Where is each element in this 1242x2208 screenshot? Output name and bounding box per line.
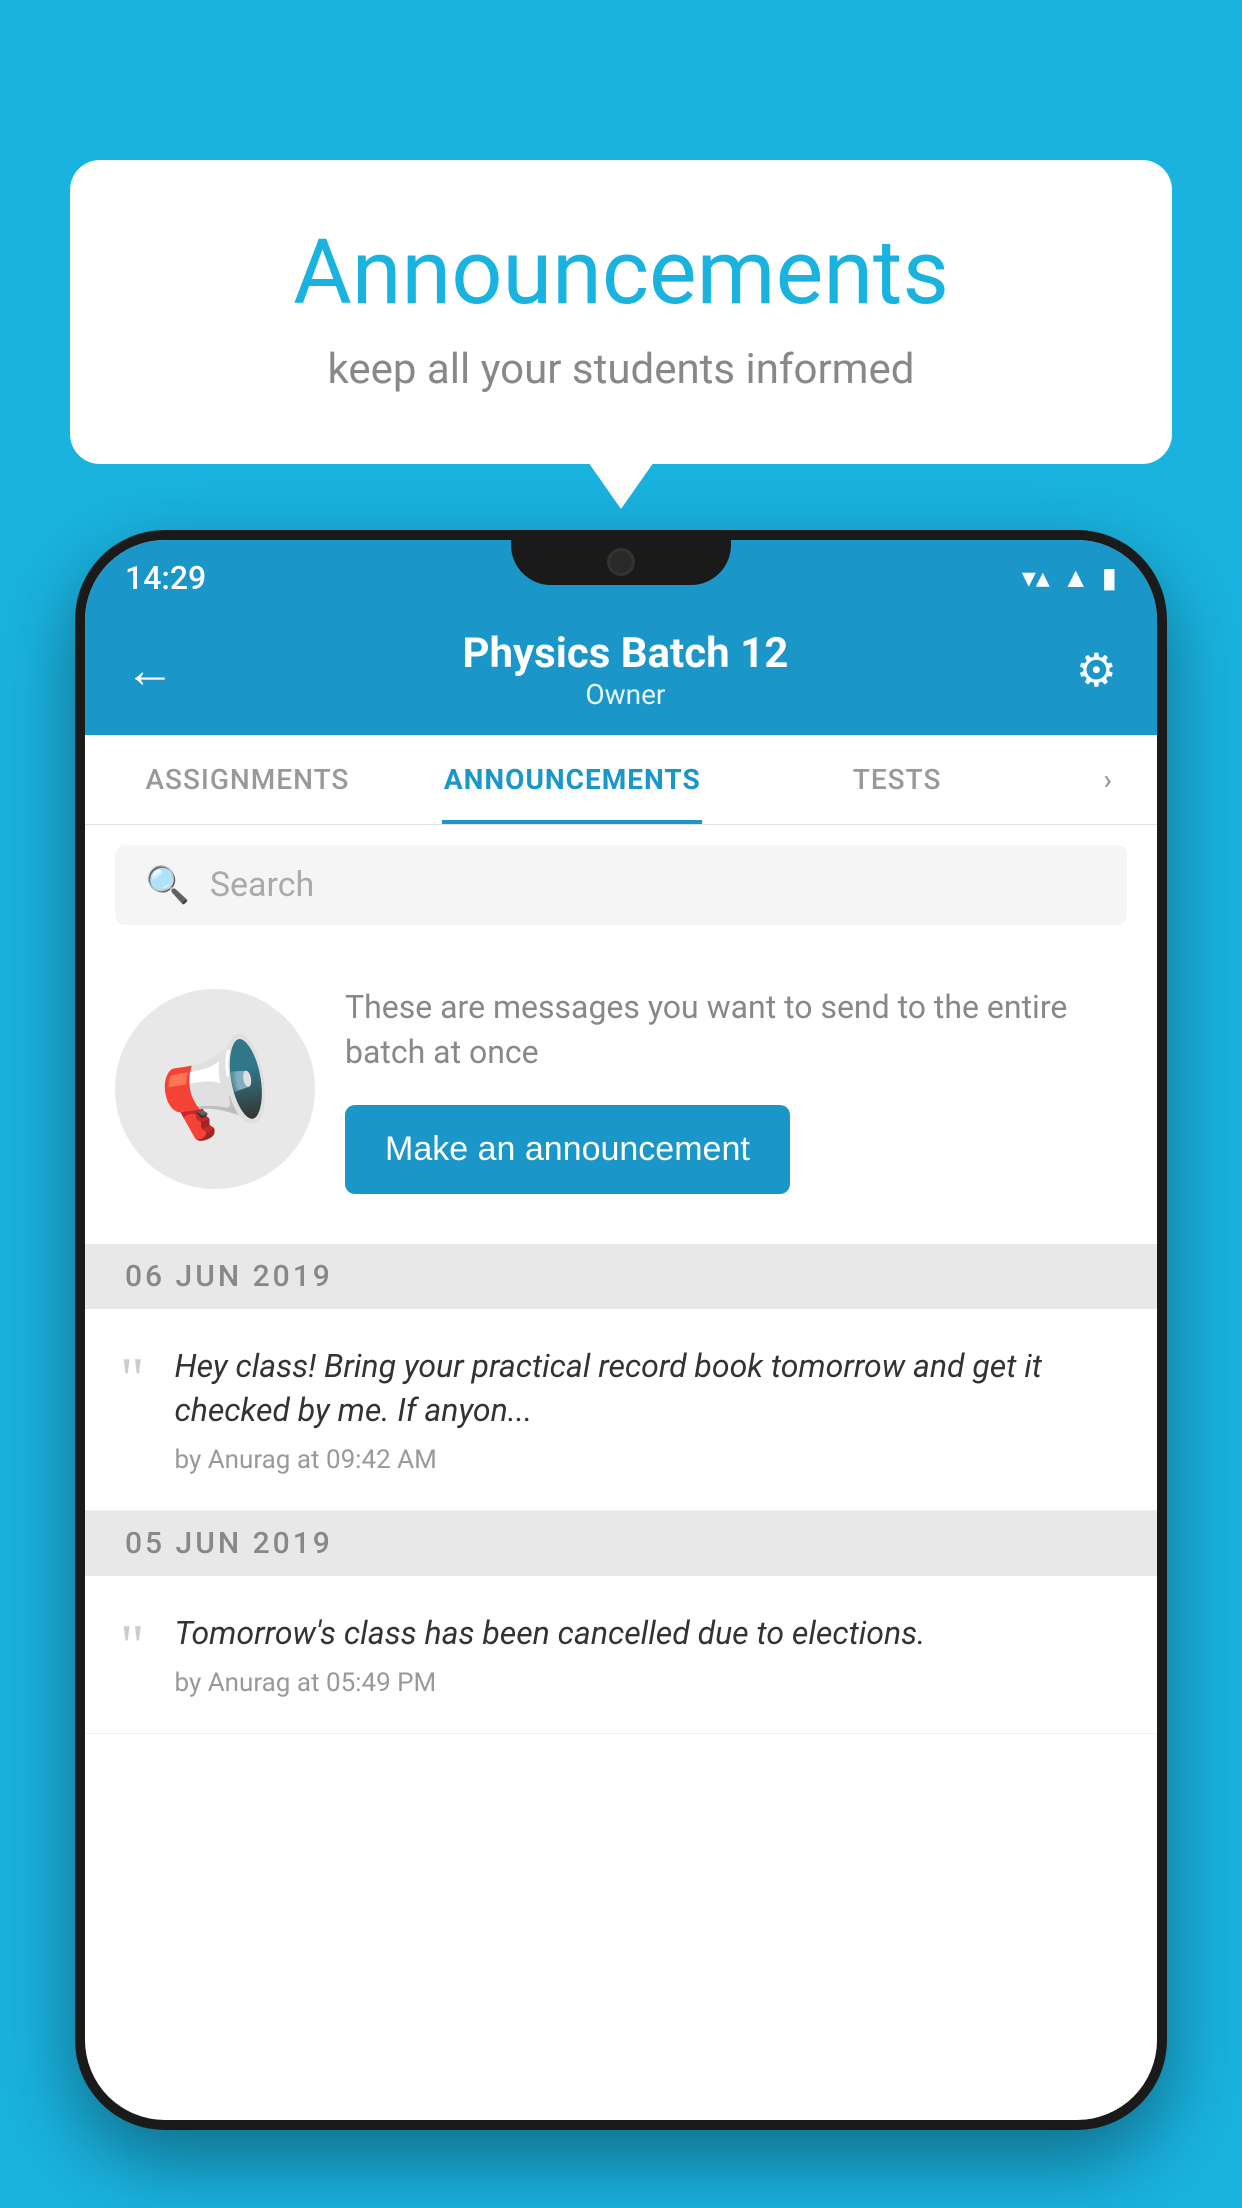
date-separator-jun5: 05 JUN 2019 (85, 1511, 1157, 1576)
announcement-promo: 📢 These are messages you want to send to… (85, 945, 1157, 1234)
speech-bubble-container: Announcements keep all your students inf… (70, 160, 1172, 464)
date-separator-text-jun6: 06 JUN 2019 (125, 1259, 333, 1294)
announcement-message-2: Tomorrow's class has been cancelled due … (175, 1611, 1123, 1656)
speech-bubble-subtitle: keep all your students informed (150, 345, 1092, 394)
back-button[interactable]: ← (125, 641, 175, 700)
status-icons: ▾▴ ▲ ▮ (1022, 561, 1117, 594)
search-icon: 🔍 (145, 864, 190, 906)
phone-screen: 14:29 ▾▴ ▲ ▮ ← Physics Batch 12 Owner ⚙ … (85, 540, 1157, 2120)
speech-bubble: Announcements keep all your students inf… (70, 160, 1172, 464)
battery-icon: ▮ (1102, 561, 1117, 594)
quote-icon-1: " (120, 1349, 145, 1409)
app-bar-title-group: Physics Batch 12 Owner (462, 629, 788, 711)
announcement-meta-2: by Anurag at 05:49 PM (175, 1668, 1123, 1698)
announcement-content-1: Hey class! Bring your practical record b… (175, 1344, 1123, 1476)
phone-notch (511, 530, 731, 585)
promo-description: These are messages you want to send to t… (345, 985, 1127, 1075)
tab-announcements[interactable]: ANNOUNCEMENTS (410, 735, 735, 824)
tab-assignments[interactable]: ASSIGNMENTS (85, 735, 410, 824)
signal-icon: ▲ (1062, 561, 1090, 594)
promo-text-area: These are messages you want to send to t… (345, 985, 1127, 1194)
tab-more[interactable]: › (1060, 735, 1157, 824)
make-announcement-button[interactable]: Make an announcement (345, 1105, 790, 1194)
announcement-meta-1: by Anurag at 09:42 AM (175, 1445, 1123, 1475)
settings-icon[interactable]: ⚙ (1076, 643, 1117, 698)
app-bar: ← Physics Batch 12 Owner ⚙ (85, 605, 1157, 735)
tab-tests[interactable]: TESTS (735, 735, 1060, 824)
speech-bubble-title: Announcements (150, 220, 1092, 325)
announcement-message-1: Hey class! Bring your practical record b… (175, 1344, 1123, 1434)
app-bar-title: Physics Batch 12 (462, 629, 788, 678)
announcement-item-1[interactable]: " Hey class! Bring your practical record… (85, 1309, 1157, 1512)
screen-content: 🔍 Search 📢 These are messages you want t… (85, 825, 1157, 2120)
announcement-item-2[interactable]: " Tomorrow's class has been cancelled du… (85, 1576, 1157, 1734)
app-bar-subtitle: Owner (462, 678, 788, 711)
status-time: 14:29 (125, 559, 206, 597)
quote-icon-2: " (120, 1616, 145, 1676)
phone-mockup: 14:29 ▾▴ ▲ ▮ ← Physics Batch 12 Owner ⚙ … (75, 530, 1167, 2130)
megaphone-icon: 📢 (151, 1028, 280, 1151)
wifi-icon: ▾▴ (1022, 561, 1050, 594)
promo-icon-circle: 📢 (115, 989, 315, 1189)
search-bar[interactable]: 🔍 Search (115, 845, 1127, 925)
search-placeholder: Search (210, 865, 314, 905)
search-bar-container: 🔍 Search (85, 825, 1157, 945)
announcement-content-2: Tomorrow's class has been cancelled due … (175, 1611, 1123, 1698)
date-separator-text-jun5: 05 JUN 2019 (125, 1526, 333, 1561)
phone-shell: 14:29 ▾▴ ▲ ▮ ← Physics Batch 12 Owner ⚙ … (75, 530, 1167, 2130)
tabs-bar: ASSIGNMENTS ANNOUNCEMENTS TESTS › (85, 735, 1157, 825)
date-separator-jun6: 06 JUN 2019 (85, 1244, 1157, 1309)
front-camera (607, 548, 635, 576)
